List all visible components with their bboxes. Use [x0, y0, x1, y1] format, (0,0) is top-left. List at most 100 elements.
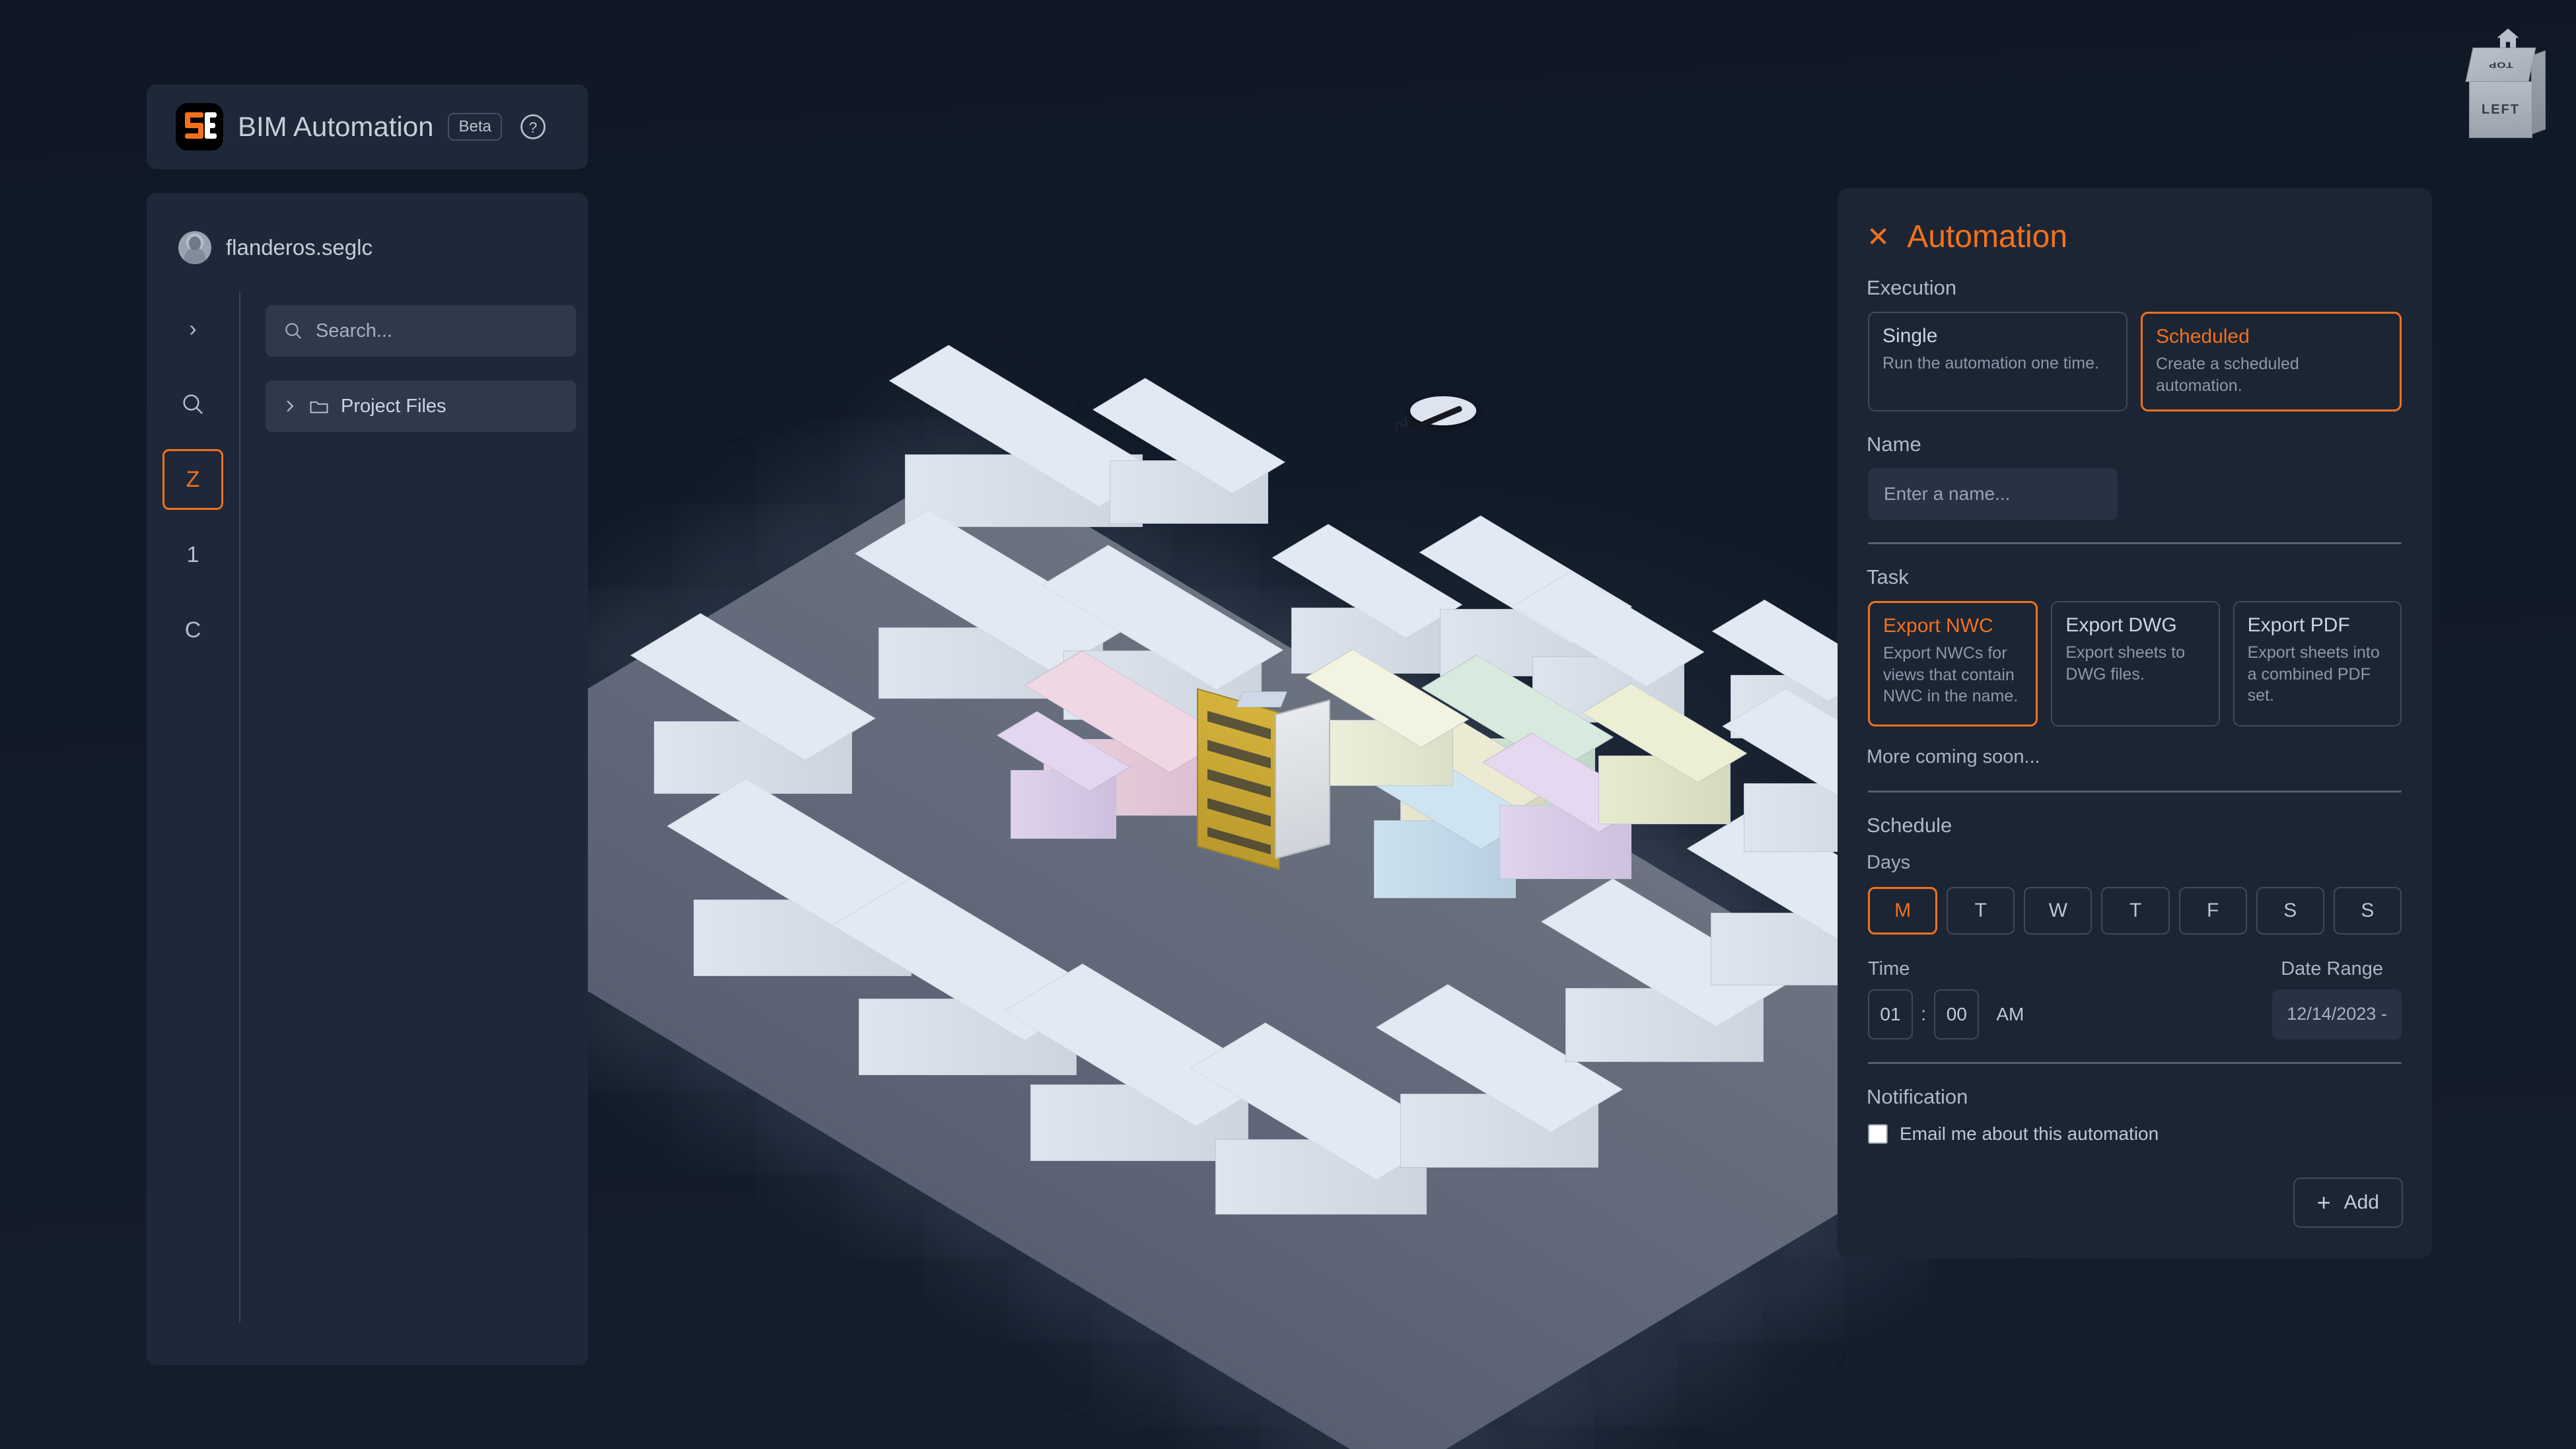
focus-building-side — [1275, 699, 1330, 860]
execution-options: Single Run the automation one time. Sche… — [1838, 312, 2432, 411]
day-toggle-wednesday[interactable]: W — [2024, 886, 2093, 935]
task-option-export-nwc[interactable]: Export NWC Export NWCs for views that co… — [1868, 601, 2038, 726]
page-title: BIM Automation — [238, 111, 434, 142]
plus-icon: + — [2316, 1189, 2331, 1216]
date-range-label: Date Range — [2281, 958, 2383, 979]
schedule-section-label: Schedule — [1867, 813, 1952, 837]
beta-badge: Beta — [448, 113, 502, 141]
rail-item-search[interactable] — [162, 374, 223, 435]
rail-item-c-label: C — [184, 617, 201, 643]
time-row-labels: Time Date Range — [1838, 958, 2432, 980]
execution-option-desc: Create a scheduled automation. — [2156, 355, 2299, 395]
question-circle-icon[interactable]: ? — [519, 113, 547, 141]
day-label: T — [1974, 899, 1987, 921]
building-block — [888, 345, 1159, 527]
day-toggle-monday[interactable]: M — [1868, 886, 1938, 935]
colored-building — [996, 711, 1131, 839]
task-option-desc: Export sheets to DWG files. — [2065, 643, 2185, 684]
username-label: flanderos.seglc — [226, 235, 373, 260]
divider — [1868, 1061, 2402, 1064]
rail-item-c[interactable]: C — [162, 600, 223, 660]
north-disc-icon — [1410, 396, 1476, 425]
execution-option-title: Single — [1882, 325, 1938, 347]
automation-panel: ✕ Automation Execution Single Run the au… — [1838, 188, 2432, 1258]
automation-name-input[interactable]: Enter a name... — [1868, 468, 2118, 520]
task-option-export-pdf[interactable]: Export PDF Export sheets into a combined… — [2233, 601, 2402, 726]
time-label: Time — [1868, 958, 1910, 979]
email-notification-checkbox[interactable] — [1868, 1123, 1888, 1144]
close-icon[interactable]: ✕ — [1867, 223, 1890, 251]
task-option-title: Export DWG — [2065, 614, 2177, 636]
day-label: S — [2283, 899, 2297, 921]
hour-input[interactable]: 01 — [1868, 989, 1913, 1040]
day-toggle-friday[interactable]: F — [2178, 886, 2247, 935]
time-row: 01 : 00 AM 12/14/2023 - — [1838, 989, 2432, 1040]
execution-option-scheduled[interactable]: Scheduled Create a scheduled automation. — [2141, 312, 2402, 411]
time-colon: : — [1921, 1003, 1927, 1025]
building-block — [1190, 1022, 1452, 1215]
folder-icon — [310, 401, 328, 413]
day-toggle-sunday[interactable]: S — [2333, 886, 2402, 935]
execution-option-desc: Run the automation one time. — [1882, 354, 2099, 372]
user-avatar-icon — [178, 231, 211, 264]
chevron-right-icon: › — [189, 316, 197, 341]
divider — [1868, 542, 2402, 544]
building-block — [1092, 378, 1285, 524]
view-cube-front-label: LEFT — [2482, 102, 2520, 117]
view-cube-top-label: TOP — [2487, 60, 2514, 69]
add-button-label: Add — [2343, 1191, 2379, 1213]
view-cube[interactable]: TOP LEFT — [2460, 48, 2547, 138]
rail-item-chevron[interactable]: › — [162, 299, 223, 359]
day-label: F — [2206, 899, 2219, 921]
days-label: Days — [1867, 851, 1911, 873]
view-cube-right-face[interactable] — [2531, 50, 2546, 135]
chevron-right-icon — [287, 400, 294, 412]
day-label: W — [2048, 899, 2068, 921]
meridiem-label[interactable]: AM — [1996, 1004, 2024, 1025]
task-option-title: Export PDF — [2247, 614, 2350, 636]
day-toggle-thursday[interactable]: T — [2101, 886, 2170, 935]
building-block — [630, 613, 876, 794]
tree-item-project-files[interactable]: Project Files — [266, 380, 576, 432]
notification-row[interactable]: Email me about this automation — [1838, 1123, 2432, 1145]
se-logo-icon — [176, 103, 223, 151]
notification-section-label: Notification — [1867, 1084, 1968, 1108]
focus-building-roof — [1236, 691, 1287, 707]
rail-item-z[interactable]: Z — [162, 449, 223, 510]
view-cube-top-face[interactable]: TOP — [2465, 48, 2536, 82]
left-sidebar-panel: flanderos.seglc › Z 1 C Search... Projec… — [147, 193, 588, 1365]
app-root: N TOP LEFT BIM Automation Beta ? flander… — [0, 0, 2576, 1449]
view-cube-front-face[interactable]: LEFT — [2469, 81, 2532, 138]
task-section-label: Task — [1867, 565, 1909, 588]
north-label: N — [1392, 413, 1411, 437]
svg-text:?: ? — [529, 119, 538, 136]
days-selector: M T W T F S S — [1838, 886, 2432, 935]
colored-building — [1305, 649, 1470, 786]
task-option-title: Export NWC — [1883, 615, 1993, 637]
day-toggle-saturday[interactable]: S — [2256, 886, 2324, 935]
execution-section-label: Execution — [1867, 276, 1957, 299]
focus-building-windows — [1207, 711, 1271, 855]
add-button[interactable]: + Add — [2293, 1178, 2403, 1228]
task-options: Export NWC Export NWCs for views that co… — [1838, 601, 2432, 726]
email-notification-label: Email me about this automation — [1900, 1123, 2159, 1144]
search-placeholder: Search... — [316, 320, 393, 341]
day-label: T — [2129, 899, 2142, 921]
sidebar-content: Search... Project Files — [266, 305, 576, 432]
automation-header: ✕ Automation — [1838, 188, 2432, 255]
minute-input[interactable]: 00 — [1934, 989, 1980, 1040]
date-range-input[interactable]: 12/14/2023 - — [2272, 989, 2402, 1040]
task-option-desc: Export NWCs for views that contain NWC i… — [1883, 644, 2019, 705]
tree-item-label: Project Files — [341, 395, 447, 417]
rail-item-1[interactable]: 1 — [162, 524, 223, 585]
day-toggle-tuesday[interactable]: T — [1947, 886, 2015, 935]
name-input-placeholder: Enter a name... — [1884, 483, 2011, 504]
search-input[interactable]: Search... — [266, 305, 576, 357]
search-icon — [183, 394, 203, 415]
task-option-export-dwg[interactable]: Export DWG Export sheets to DWG files. — [2051, 601, 2220, 726]
icon-rail: › Z 1 C — [147, 292, 240, 1322]
automation-title: Automation — [1907, 219, 2068, 254]
execution-option-single[interactable]: Single Run the automation one time. — [1868, 312, 2128, 411]
user-row[interactable]: flanderos.seglc — [147, 193, 588, 267]
search-icon — [285, 323, 302, 339]
